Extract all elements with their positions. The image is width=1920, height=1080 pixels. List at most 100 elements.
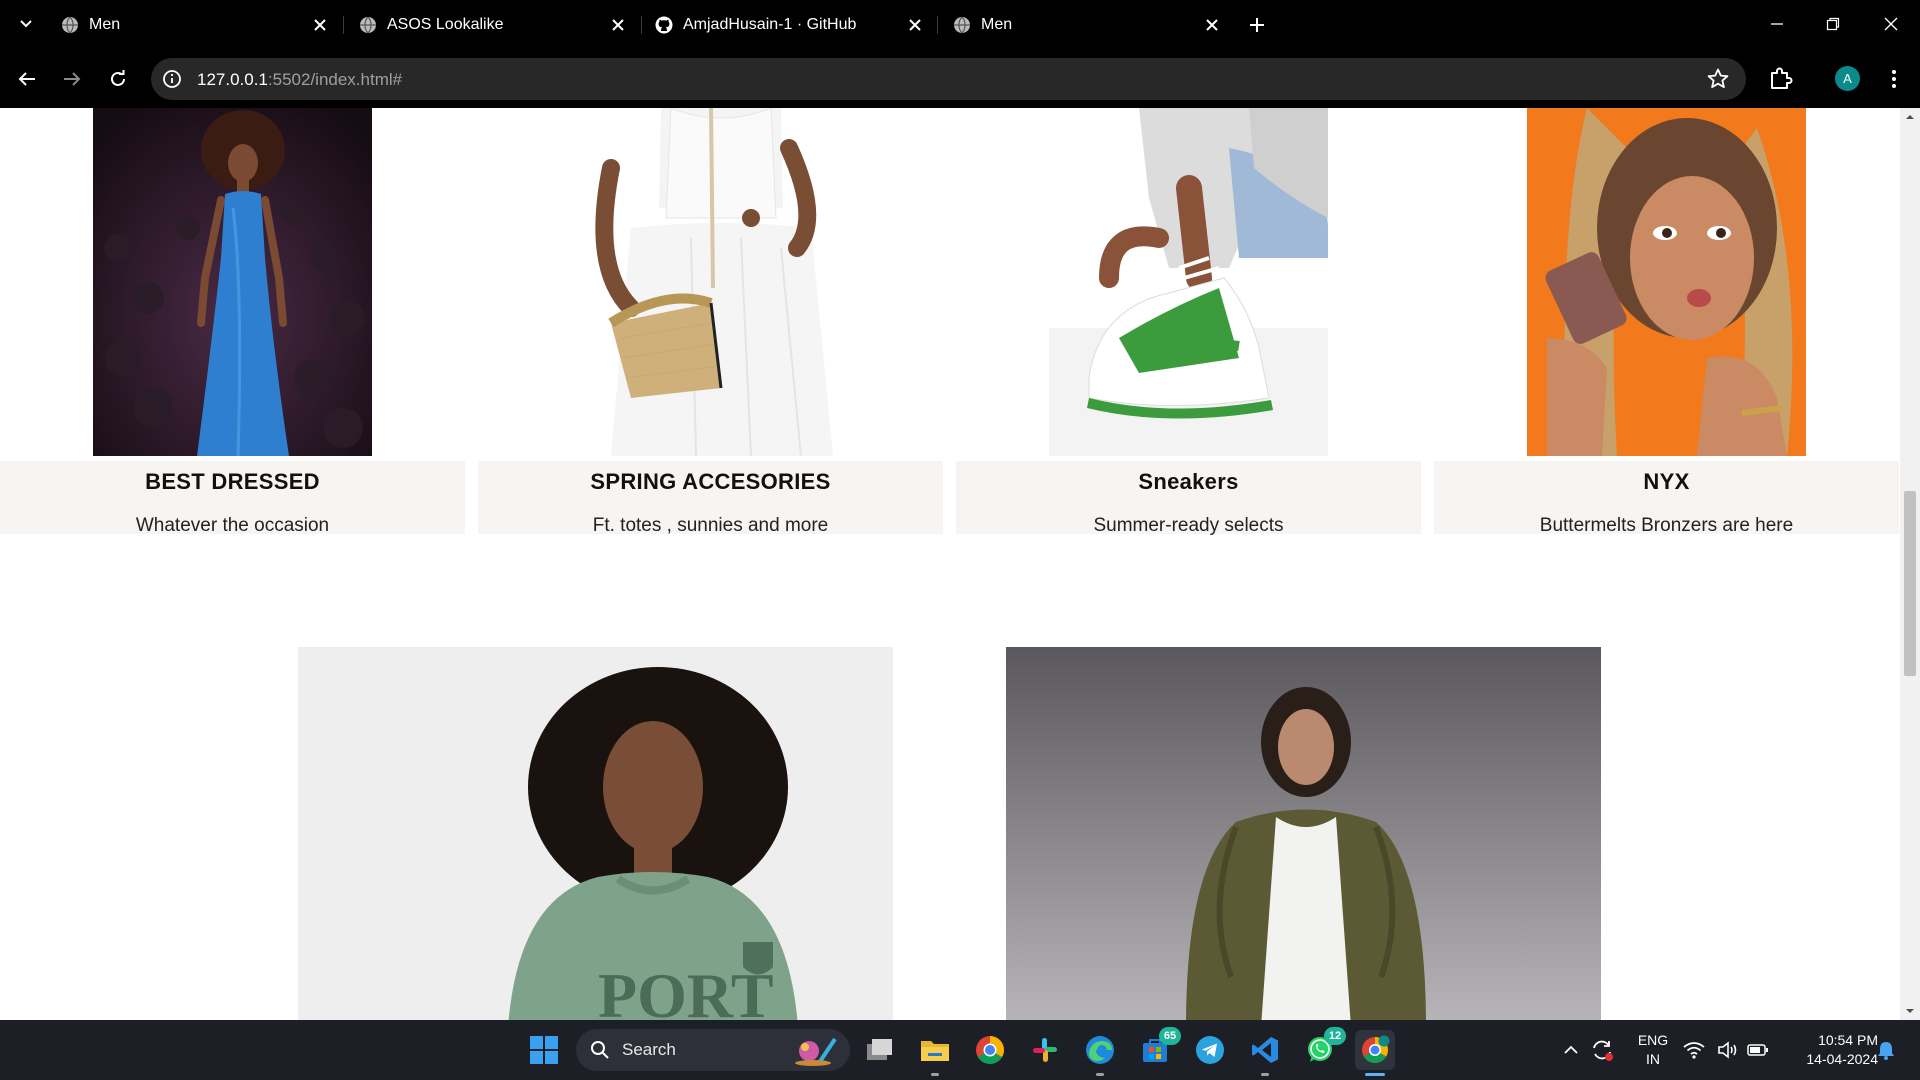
category-subtitle: Summer-ready selects [1093,515,1284,536]
active-indicator [1365,1073,1385,1076]
slack-button[interactable] [1025,1030,1065,1070]
battery-icon [1747,1044,1768,1056]
category-subtitle: Buttermelts Bronzers are here [1539,515,1794,536]
category-subtitle: Ft. totes , sunnies and more [592,515,829,536]
telegram-button[interactable] [1190,1030,1230,1070]
close-window-button[interactable] [1877,12,1905,36]
new-tab-button[interactable] [1245,13,1269,37]
restore-button[interactable] [1819,12,1847,36]
close-icon [1884,17,1898,31]
close-icon [314,19,326,31]
tab-asos-lookalike[interactable]: ASOS Lookalike [345,6,635,44]
site-info-icon[interactable] [161,68,183,90]
extensions-puzzle-icon[interactable] [1768,65,1794,91]
back-button[interactable] [13,65,41,93]
volume-button[interactable] [1714,1030,1742,1070]
url-host: 127.0.0.1 [197,70,268,89]
folder-icon [921,1041,949,1061]
category-card-nyx[interactable]: NYX Buttermelts Bronzers are here [1434,108,1899,536]
tab-close-button[interactable] [607,14,629,36]
chrome-button[interactable] [970,1030,1010,1070]
tab-close-button[interactable] [904,14,926,36]
notifications-button[interactable] [1873,1030,1899,1070]
minimize-icon [1771,23,1783,25]
file-explorer-button[interactable] [915,1030,955,1076]
khaki-bomber-model-photo[interactable] [1006,647,1601,1020]
tab-title: Men [981,16,1013,33]
green-sweatshirt-model-photo[interactable]: PORT [298,647,893,1020]
close-icon [612,19,624,31]
scroll-down-arrow-icon[interactable] [1905,1006,1915,1016]
start-button[interactable] [524,1030,564,1070]
edge-button[interactable] [1080,1030,1120,1076]
vscode-button[interactable] [1245,1030,1285,1076]
task-view-icon [867,1039,892,1060]
globe-icon [954,16,970,34]
task-view-button[interactable] [860,1030,900,1070]
category-caption: SPRING ACCESORIES Ft. totes , sunnies an… [478,461,943,536]
reload-icon [111,70,125,86]
profile-avatar[interactable]: A [1835,66,1860,91]
tab-close-button[interactable] [1201,14,1223,36]
running-indicator [931,1073,939,1076]
sync-status-button[interactable] [1582,1030,1622,1070]
category-subtitle: Whatever the occasion [135,515,330,536]
page-scrollbar[interactable] [1900,108,1920,1020]
globe-icon [360,16,376,34]
model-blue-gown-photo[interactable] [93,108,372,456]
whatsapp-button[interactable]: 12 [1300,1027,1346,1070]
wifi-icon [1683,1042,1705,1059]
store-button[interactable]: 65 [1135,1027,1181,1070]
wifi-button[interactable] [1680,1030,1708,1070]
kebab-menu-icon [1892,70,1896,88]
category-card-spring-accessories[interactable]: SPRING ACCESORIES Ft. totes , sunnies an… [478,108,943,536]
green-sneakers-photo[interactable] [1049,108,1328,456]
search-label: Search [622,1040,676,1059]
browser-toolbar: 127.0.0.1:5502/index.html# A [0,50,1920,108]
address-bar[interactable]: 127.0.0.1:5502/index.html# [151,58,1746,100]
arrow-right-icon [64,72,81,86]
vscode-icon [1252,1037,1278,1063]
browser-menu-button[interactable] [1882,66,1906,92]
bookmark-star-icon[interactable] [1706,67,1730,91]
close-icon [1206,19,1218,31]
clock-time: 10:54 PM [1818,1032,1878,1048]
chrome-icon [1362,1035,1390,1063]
category-card-sneakers[interactable]: Sneakers Summer-ready selects [956,108,1421,536]
language-code: ENG [1637,1032,1669,1048]
search-highlight-icon [795,1037,837,1066]
bell-icon [1878,1042,1894,1060]
taskbar-search-box[interactable]: Search [576,1029,850,1071]
battery-button[interactable] [1744,1030,1772,1070]
input-language-indicator[interactable]: ENG IN [1634,1031,1672,1069]
tab-title: Men [89,16,121,33]
reload-button[interactable] [104,65,132,93]
nyx-bronzer-photo[interactable] [1527,108,1806,456]
system-clock[interactable]: 10:54 PM 14-04-2024 [1780,1031,1878,1069]
minimize-button[interactable] [1763,12,1791,36]
tab-men-active[interactable]: Men [939,6,1229,44]
category-card-best-dressed[interactable]: BEST DRESSED Whatever the occasion [0,108,465,536]
forward-button[interactable] [58,65,86,93]
tab-search-button[interactable] [14,12,38,36]
scroll-up-arrow-icon[interactable] [1905,112,1915,122]
arrow-left-icon [18,72,35,86]
search-icon [591,1041,609,1059]
page-viewport: BEST DRESSED Whatever the occasion SPRIN… [0,108,1900,1020]
tab-github[interactable]: AmjadHusain-1 · GitHub [641,6,931,44]
slack-icon [1033,1038,1057,1062]
scrollbar-thumb[interactable] [1904,491,1916,676]
chevron-down-icon [20,20,32,28]
windows-logo-icon [530,1036,558,1064]
straw-handbag-photo[interactable] [571,108,850,456]
plus-icon [1250,18,1264,32]
tab-men-1[interactable]: Men [47,6,337,44]
chrome-profile-button[interactable] [1355,1030,1395,1076]
globe-icon [62,16,78,34]
windows-taskbar: Search 65 12 ENG IN 10:54 PM 14-04-2024 [0,1020,1920,1080]
tab-close-button[interactable] [309,14,331,36]
url-text[interactable]: 127.0.0.1:5502/index.html# [197,70,402,90]
tab-title: ASOS Lookalike [387,16,504,33]
close-icon [909,19,921,31]
chrome-icon [976,1036,1004,1064]
